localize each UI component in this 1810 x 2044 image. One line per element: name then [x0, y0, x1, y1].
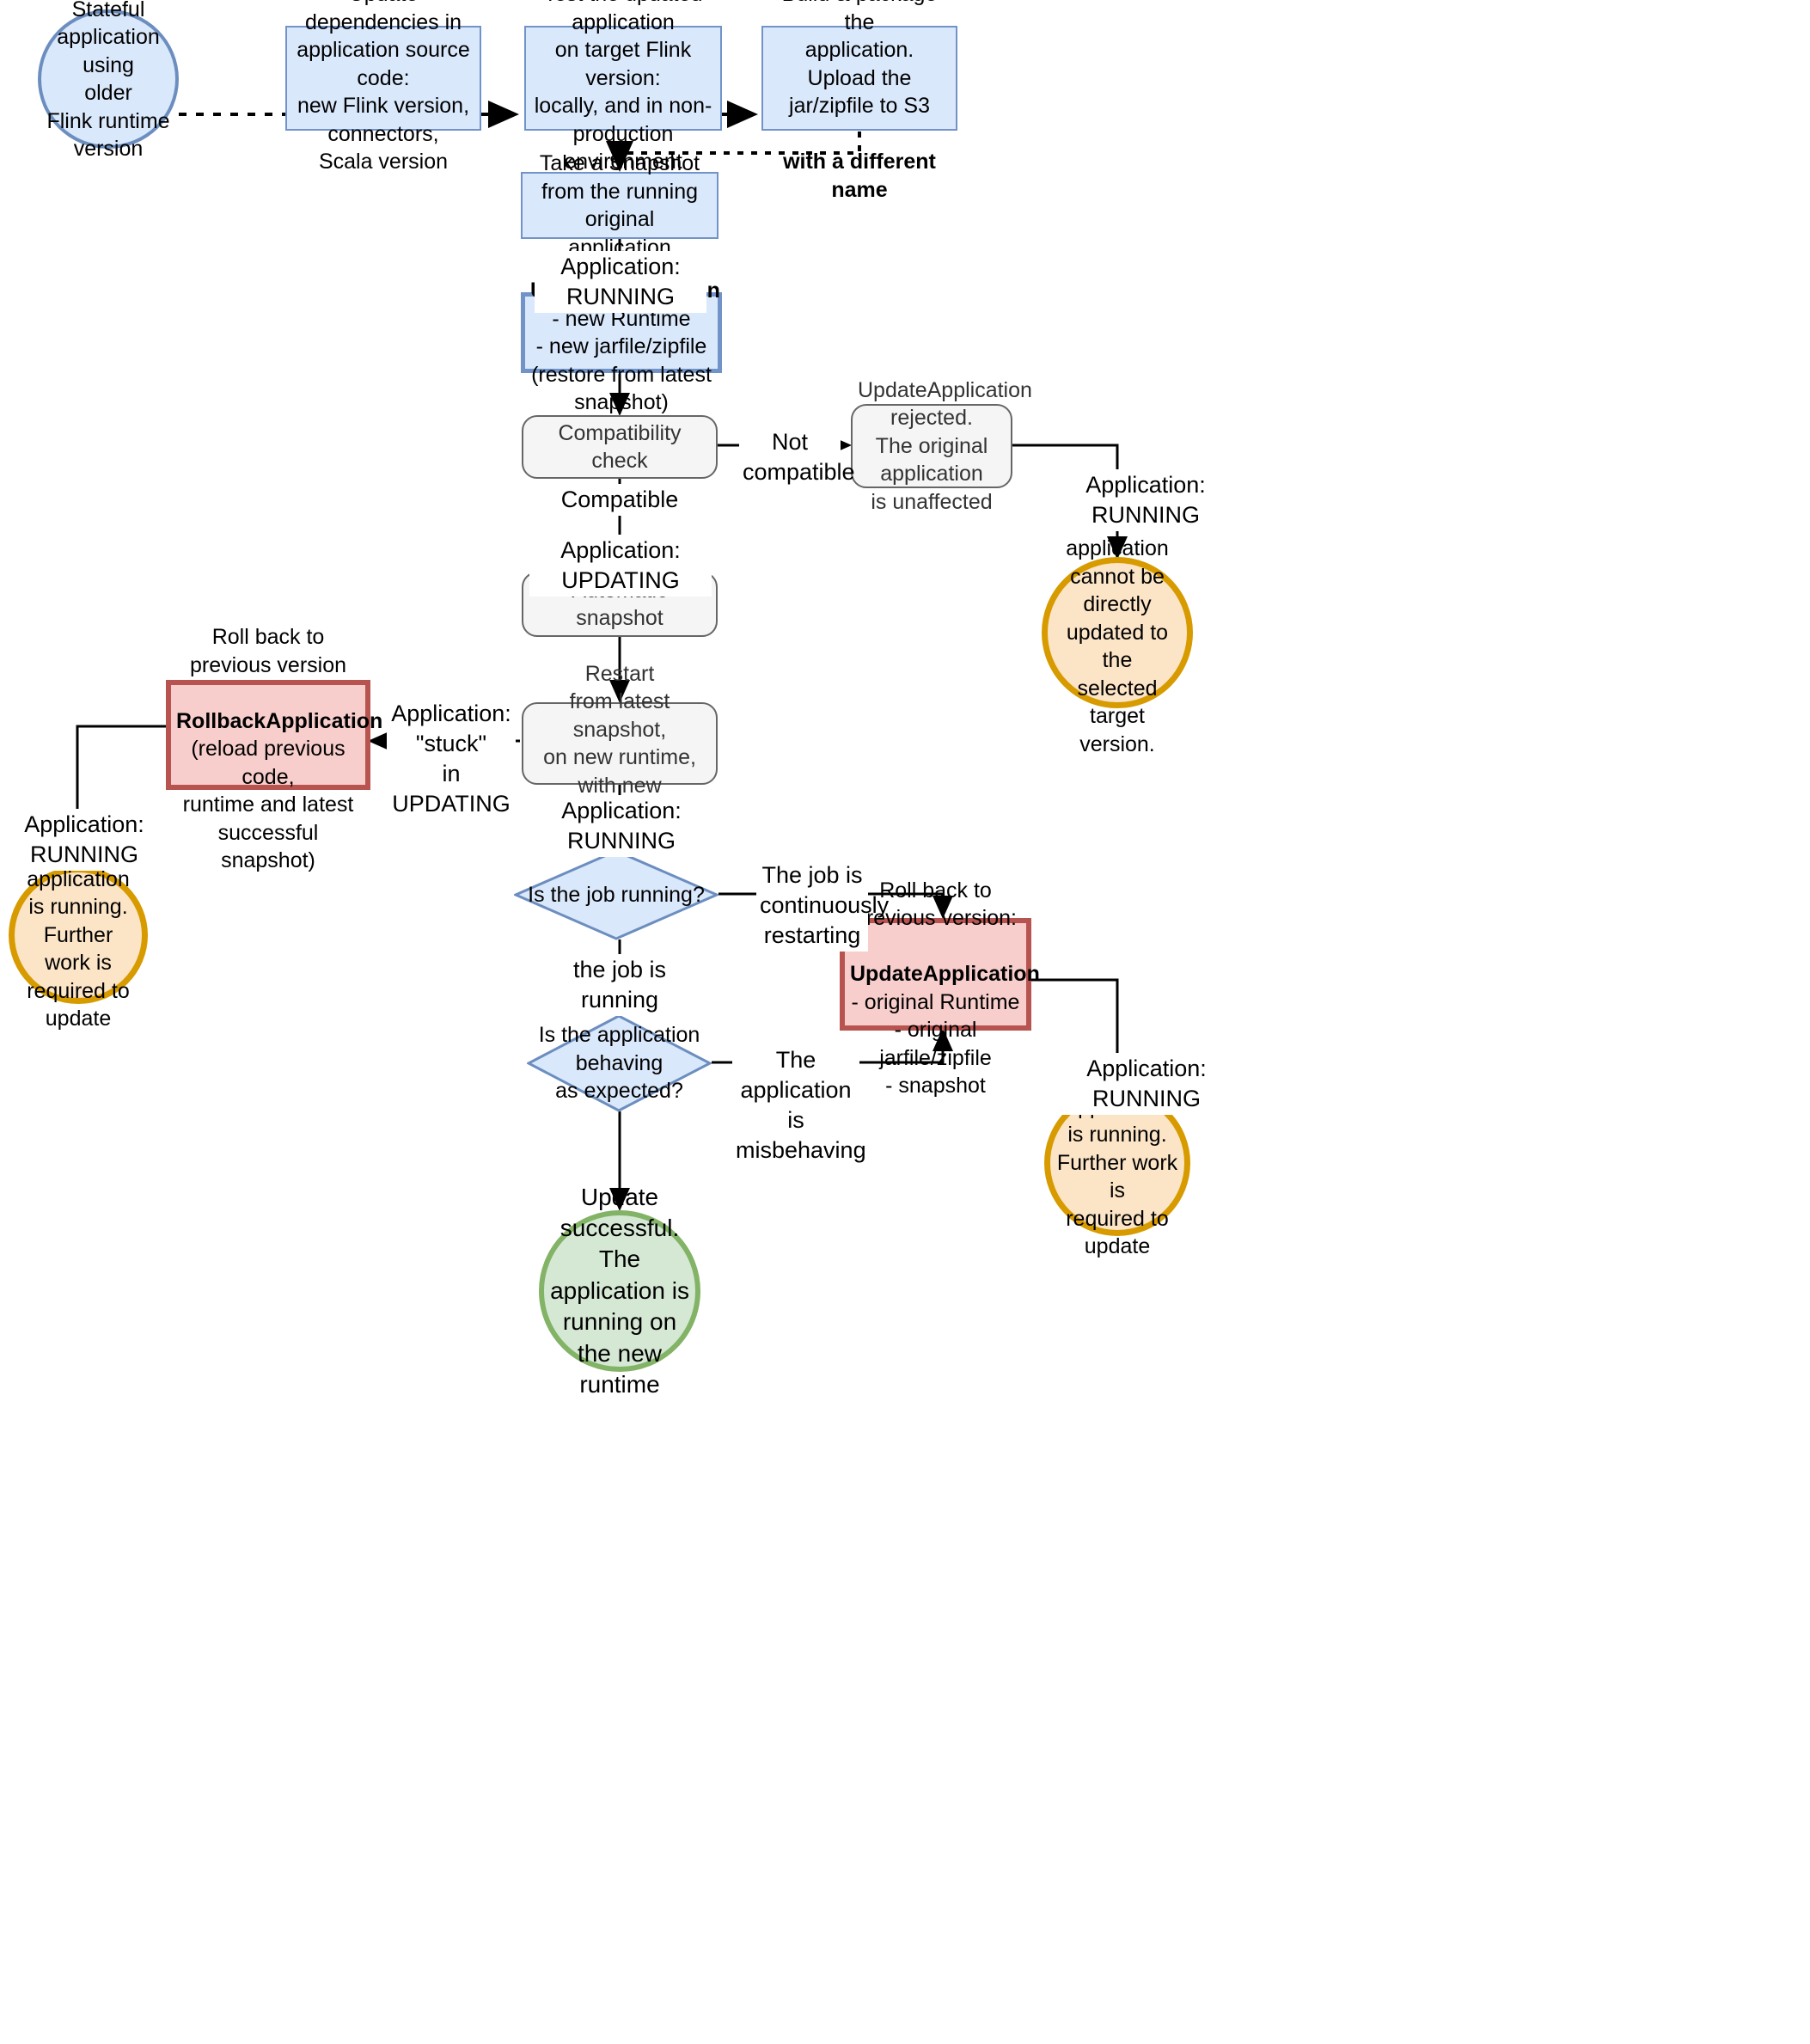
node-rollback-right-title: UpdateApplication [850, 962, 1040, 987]
node-update-dependencies[interactable]: Update dependencies in application sourc… [285, 0, 481, 174]
node-compatibility-check[interactable]: Compatibility check [522, 415, 718, 479]
edge-label-app-stuck-updating: Application: "stuck" in UPDATING [387, 698, 516, 821]
node-rollback-left-body: (reload previous code, runtime and lates… [182, 737, 354, 872]
node-rollback-left-title: RollbackApplication [176, 708, 383, 733]
edge-label-job-is-running: the job is running [540, 954, 700, 1017]
node-stateful-application[interactable]: Stateful application using older Flink r… [38, 0, 179, 161]
node-take-snapshot-label: Take a Snapshot from the running origina… [539, 151, 700, 260]
node-rollback-left-header: Roll back to previous version [189, 625, 347, 677]
edge-label-app-running-1: Application: RUNNING [535, 251, 706, 314]
node-build-package[interactable]: Build & package the application. Upload … [761, 0, 957, 202]
node-is-app-behaving[interactable]: Is the application behaving as expected? [527, 1014, 712, 1112]
edge-label-app-running-rollback-left: Application: RUNNING [0, 809, 168, 872]
node-old-app-running-left[interactable]: The old application is running. Further … [9, 839, 148, 1031]
node-build-package-line1: Build & package the application. Upload … [782, 0, 938, 119]
node-restart[interactable]: Restart from latest snapshot, on new run… [522, 662, 718, 825]
edge-label-app-misbehaving: The application is misbehaving [732, 1044, 866, 1167]
edge-label-job-restarting: The job is continuously restarting [756, 860, 889, 952]
edge-label-app-running-after-restart: Application: RUNNING [533, 795, 710, 858]
node-rollback-application-left[interactable]: Roll back to previous version RollbackApp… [166, 625, 382, 872]
node-rollback-application-right-label: Roll back to previous version: UpdateAppl… [845, 848, 1040, 1100]
flowchart-canvas: Stateful application using older Flink r… [0, 0, 1810, 2044]
node-is-app-behaving-label: Is the application behaving as expected? [538, 1023, 700, 1104]
node-update-dependencies-label: Update dependencies in application sourc… [297, 0, 470, 174]
node-update-application-body: - new Runtime - new jarfile/zipfile (res… [531, 306, 712, 415]
node-take-snapshot[interactable]: Take a Snapshot from the running origina… [521, 151, 718, 260]
node-rollback-right-body: - original Runtime - original jarfile/zi… [851, 989, 1020, 1098]
node-update-successful[interactable]: Update successful. The application is ru… [539, 1184, 700, 1398]
node-rollback-application-left-label: Roll back to previous version RollbackApp… [171, 596, 382, 875]
edge-label-compatible: Compatible [555, 484, 684, 517]
node-compatibility-check-label: Compatibility check [558, 420, 682, 474]
edge-label-app-updating: Application: UPDATING [529, 535, 712, 597]
node-update-successful-label: Update successful. The application is ru… [550, 1183, 689, 1398]
node-build-package-line2: with a different name [783, 150, 936, 202]
node-is-job-running-label: Is the job running? [528, 882, 705, 907]
node-cannot-update-label: The application cannot be directly updat… [1066, 509, 1169, 756]
node-test-application[interactable]: Test the updated application on target F… [524, 0, 722, 174]
node-rollback-application-right[interactable]: Roll back to previous version: UpdateAppl… [840, 878, 1040, 1098]
node-cannot-update-circle[interactable]: The application cannot be directly updat… [1042, 509, 1193, 756]
node-stateful-application-label: Stateful application using older Flink r… [46, 0, 170, 161]
edge-label-app-running-rollback-right: Application: RUNNING [1030, 1053, 1263, 1116]
node-update-rejected-label: UpdateApplication rejected. The original… [858, 377, 1032, 514]
edge-label-app-running-rejected: Application: RUNNING [1030, 469, 1262, 532]
edge-label-not-compatible: Not compatible [739, 426, 855, 489]
node-is-job-running[interactable]: Is the job running? [514, 849, 718, 940]
node-build-package-label: Build & package the application. Upload … [763, 0, 956, 204]
node-update-rejected[interactable]: UpdateApplication rejected. The original… [851, 378, 1032, 514]
